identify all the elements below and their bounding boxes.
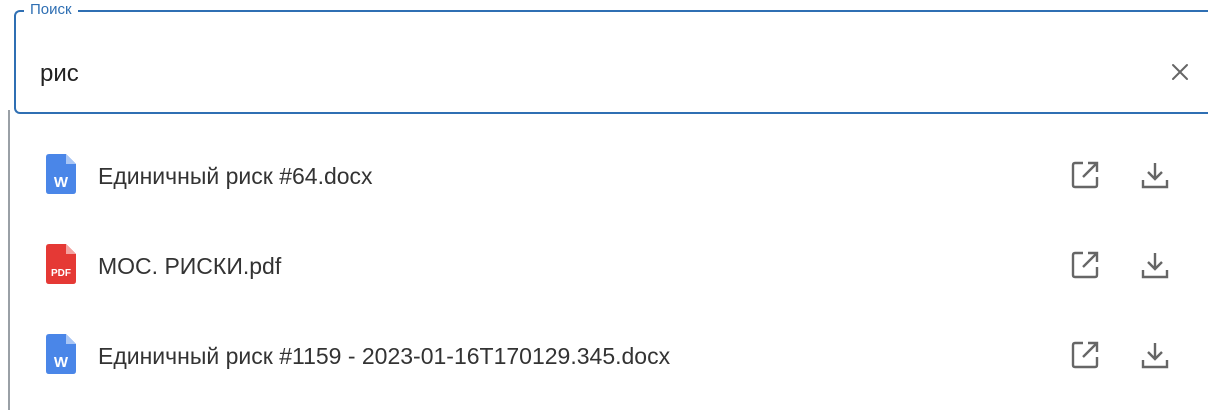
download-file-button[interactable] <box>1138 158 1172 192</box>
file-name[interactable]: Единичный риск #64.docx <box>98 162 373 190</box>
result-item[interactable]: W Единичный риск #1159 - 2023-01-16T1701… <box>10 314 1208 404</box>
file-name[interactable]: Единичный риск #1159 - 2023-01-16T170129… <box>98 342 670 370</box>
download-icon <box>1141 163 1169 189</box>
svg-text:W: W <box>54 174 69 191</box>
download-file-button[interactable] <box>1138 248 1172 282</box>
open-file-button[interactable] <box>1068 248 1102 282</box>
download-file-button[interactable] <box>1138 338 1172 372</box>
search-input[interactable] <box>40 54 1120 94</box>
file-search-panel: Поиск W Единичный риск #64.docx <box>0 0 1208 410</box>
download-icon <box>1141 343 1169 369</box>
open-in-new-icon <box>1071 341 1099 369</box>
word-file-icon: W <box>46 154 76 194</box>
open-file-button[interactable] <box>1068 158 1102 192</box>
word-file-icon: W <box>46 334 76 374</box>
open-file-button[interactable] <box>1068 338 1102 372</box>
pdf-file-icon: PDF <box>46 244 76 284</box>
result-item[interactable]: W Единичный риск #64.docx <box>10 134 1208 224</box>
search-label: Поиск <box>24 2 78 18</box>
close-icon <box>1172 64 1188 80</box>
file-name[interactable]: МОС. РИСКИ.pdf <box>98 252 281 280</box>
open-in-new-icon <box>1071 251 1099 279</box>
svg-text:W: W <box>54 354 69 371</box>
download-icon <box>1141 253 1169 279</box>
open-in-new-icon <box>1071 161 1099 189</box>
result-item[interactable]: PDF МОС. РИСКИ.pdf <box>10 224 1208 314</box>
search-results-list: W Единичный риск #64.docx PDF МОС. РИСКИ… <box>10 134 1208 404</box>
clear-search-button[interactable] <box>1164 56 1196 88</box>
svg-text:PDF: PDF <box>51 268 71 279</box>
